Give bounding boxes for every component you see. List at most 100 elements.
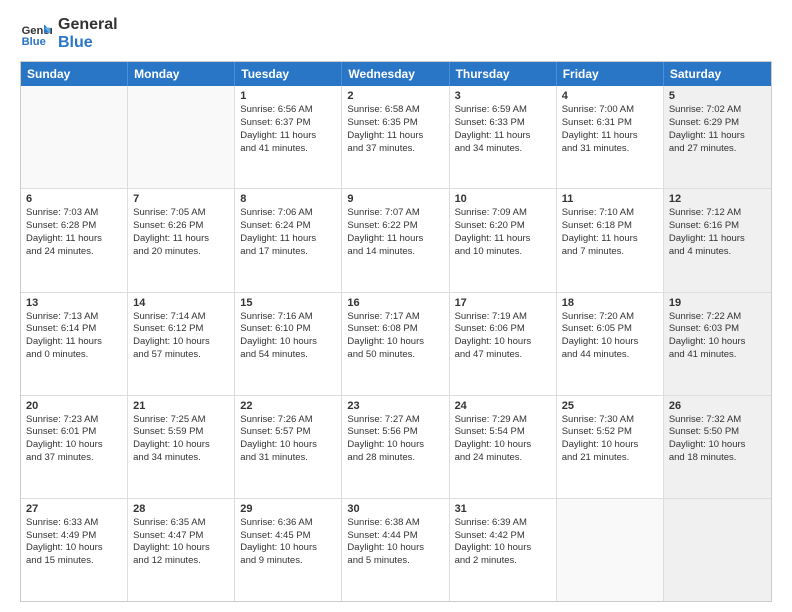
cell-text-line: Daylight: 11 hours (240, 130, 336, 143)
cell-text-line: Daylight: 10 hours (347, 336, 443, 349)
page-header: General Blue General Blue (20, 16, 772, 51)
cell-text-line: Sunset: 6:05 PM (562, 323, 658, 336)
day-number: 8 (240, 193, 336, 205)
calendar-cell: 30Sunrise: 6:38 AMSunset: 4:44 PMDayligh… (342, 499, 449, 601)
cell-text-line: and 27 minutes. (669, 143, 766, 156)
cell-text-line: Daylight: 10 hours (562, 336, 658, 349)
weekday-header-saturday: Saturday (664, 62, 771, 86)
cell-text-line: Daylight: 11 hours (669, 130, 766, 143)
cell-text-line: Sunset: 6:18 PM (562, 220, 658, 233)
day-number: 25 (562, 400, 658, 412)
cell-text-line: Sunrise: 7:30 AM (562, 414, 658, 427)
cell-text-line: and 31 minutes. (562, 143, 658, 156)
cell-text-line: Sunset: 6:20 PM (455, 220, 551, 233)
day-number: 30 (347, 503, 443, 515)
cell-text-line: Sunrise: 7:02 AM (669, 104, 766, 117)
cell-text-line: Sunset: 6:16 PM (669, 220, 766, 233)
calendar-cell: 31Sunrise: 6:39 AMSunset: 4:42 PMDayligh… (450, 499, 557, 601)
calendar-cell: 9Sunrise: 7:07 AMSunset: 6:22 PMDaylight… (342, 189, 449, 291)
cell-text-line: and 34 minutes. (455, 143, 551, 156)
cell-text-line: and 2 minutes. (455, 555, 551, 568)
cell-text-line: Daylight: 11 hours (240, 233, 336, 246)
calendar-cell: 23Sunrise: 7:27 AMSunset: 5:56 PMDayligh… (342, 396, 449, 498)
cell-text-line: Sunrise: 6:58 AM (347, 104, 443, 117)
cell-text-line: Daylight: 11 hours (26, 336, 122, 349)
calendar-cell: 25 Sunrise: 7:30 AMSunset: 5:52 PMDayligh… (557, 396, 664, 498)
calendar-row-1: 6Sunrise: 7:03 AMSunset: 6:28 PMDaylight… (21, 188, 771, 291)
day-number: 26 (669, 400, 766, 412)
cell-text-line: Sunrise: 7:19 AM (455, 311, 551, 324)
cell-text-line: Daylight: 10 hours (669, 336, 766, 349)
cell-text-line: Sunrise: 7:23 AM (26, 414, 122, 427)
cell-text-line: Sunset: 6:03 PM (669, 323, 766, 336)
cell-text-line: Sunrise: 7:32 AM (669, 414, 766, 427)
day-number: 16 (347, 297, 443, 309)
cell-text-line: Sunrise: 6:59 AM (455, 104, 551, 117)
day-number: 4 (562, 90, 658, 102)
calendar-row-4: 27Sunrise: 6:33 AMSunset: 4:49 PMDayligh… (21, 498, 771, 601)
logo-line1: General (58, 16, 118, 34)
cell-text-line: Sunrise: 6:56 AM (240, 104, 336, 117)
calendar-row-3: 20Sunrise: 7:23 AMSunset: 6:01 PMDayligh… (21, 395, 771, 498)
weekday-header-tuesday: Tuesday (235, 62, 342, 86)
cell-text-line: Sunrise: 7:26 AM (240, 414, 336, 427)
cell-text-line: Daylight: 10 hours (562, 439, 658, 452)
cell-text-line: and 37 minutes. (347, 143, 443, 156)
cell-text-line: Daylight: 10 hours (455, 336, 551, 349)
cell-text-line: Daylight: 11 hours (347, 130, 443, 143)
cell-text-line: Sunrise: 6:39 AM (455, 517, 551, 530)
cell-text-line: Sunrise: 7:06 AM (240, 207, 336, 220)
cell-text-line: Sunrise: 6:33 AM (26, 517, 122, 530)
calendar-cell (557, 499, 664, 601)
calendar-cell: 7Sunrise: 7:05 AMSunset: 6:26 PMDaylight… (128, 189, 235, 291)
calendar-cell: 14Sunrise: 7:14 AMSunset: 6:12 PMDayligh… (128, 293, 235, 395)
calendar-cell: 17Sunrise: 7:19 AMSunset: 6:06 PMDayligh… (450, 293, 557, 395)
cell-text-line: and 24 minutes. (455, 452, 551, 465)
calendar-cell: 15Sunrise: 7:16 AMSunset: 6:10 PMDayligh… (235, 293, 342, 395)
cell-text-line: Sunset: 6:28 PM (26, 220, 122, 233)
cell-text-line: Sunset: 6:33 PM (455, 117, 551, 130)
calendar-cell: 10Sunrise: 7:09 AMSunset: 6:20 PMDayligh… (450, 189, 557, 291)
day-number: 20 (26, 400, 122, 412)
calendar-cell: 5Sunrise: 7:02 AMSunset: 6:29 PMDaylight… (664, 86, 771, 188)
cell-text-line: and 54 minutes. (240, 349, 336, 362)
cell-text-line: Daylight: 10 hours (455, 542, 551, 555)
cell-text-line: and 10 minutes. (455, 246, 551, 259)
cell-text-line: Sunset: 5:52 PM (562, 426, 658, 439)
cell-text-line: Sunset: 6:29 PM (669, 117, 766, 130)
cell-text-line: and 9 minutes. (240, 555, 336, 568)
day-number: 12 (669, 193, 766, 205)
calendar-cell: 11Sunrise: 7:10 AMSunset: 6:18 PMDayligh… (557, 189, 664, 291)
day-number: 11 (562, 193, 658, 205)
cell-text-line: Sunrise: 6:38 AM (347, 517, 443, 530)
cell-text-line: and 37 minutes. (26, 452, 122, 465)
cell-text-line: and 41 minutes. (669, 349, 766, 362)
cell-text-line: Daylight: 11 hours (669, 233, 766, 246)
cell-text-line: and 5 minutes. (347, 555, 443, 568)
cell-text-line: Sunset: 5:54 PM (455, 426, 551, 439)
cell-text-line: Sunrise: 6:35 AM (133, 517, 229, 530)
logo: General Blue General Blue (20, 16, 118, 51)
day-number: 19 (669, 297, 766, 309)
cell-text-line: Sunset: 6:14 PM (26, 323, 122, 336)
cell-text-line: Daylight: 11 hours (347, 233, 443, 246)
day-number: 28 (133, 503, 229, 515)
cell-text-line: Sunrise: 7:00 AM (562, 104, 658, 117)
calendar-cell: 27Sunrise: 6:33 AMSunset: 4:49 PMDayligh… (21, 499, 128, 601)
cell-text-line: Daylight: 10 hours (347, 439, 443, 452)
calendar-cell: 26Sunrise: 7:32 AMSunset: 5:50 PMDayligh… (664, 396, 771, 498)
cell-text-line: and 14 minutes. (347, 246, 443, 259)
cell-text-line: Daylight: 10 hours (240, 336, 336, 349)
day-number: 24 (455, 400, 551, 412)
cell-text-line: Sunset: 4:44 PM (347, 530, 443, 543)
cell-text-line: Sunset: 6:37 PM (240, 117, 336, 130)
weekday-header-thursday: Thursday (450, 62, 557, 86)
cell-text-line: and 18 minutes. (669, 452, 766, 465)
calendar-cell: 22Sunrise: 7:26 AMSunset: 5:57 PMDayligh… (235, 396, 342, 498)
day-number: 29 (240, 503, 336, 515)
cell-text-line: and 41 minutes. (240, 143, 336, 156)
weekday-header-monday: Monday (128, 62, 235, 86)
cell-text-line: Sunrise: 7:09 AM (455, 207, 551, 220)
cell-text-line: Sunset: 4:42 PM (455, 530, 551, 543)
cell-text-line: and 24 minutes. (26, 246, 122, 259)
